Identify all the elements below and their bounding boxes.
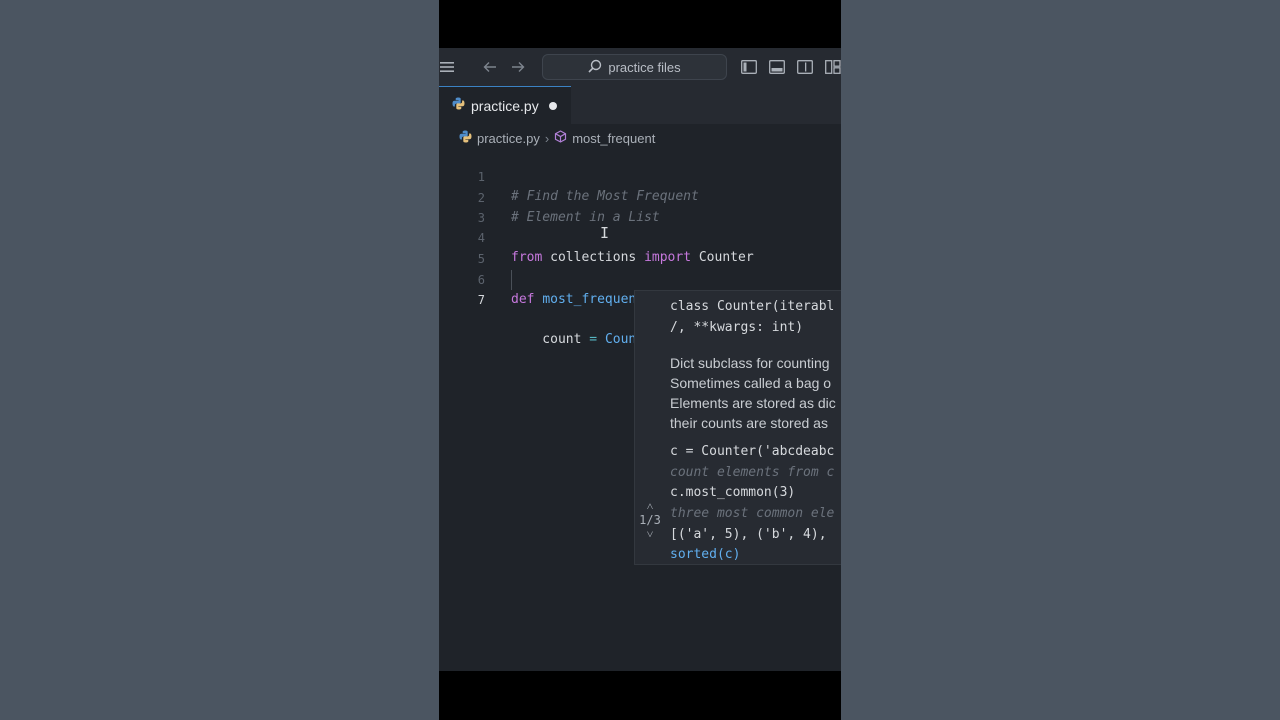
tab-label: practice.py bbox=[471, 97, 539, 114]
code-editor[interactable]: practice.py › most_frequent 1 # Find the… bbox=[439, 124, 841, 671]
example-line: three most common ele bbox=[670, 506, 835, 521]
example-line: count elements from c bbox=[670, 465, 835, 480]
breadcrumb-symbol[interactable]: most_frequent bbox=[572, 131, 655, 146]
doc-line: their counts are stored as bbox=[670, 415, 828, 431]
breadcrumb-file[interactable]: practice.py bbox=[477, 131, 540, 146]
doc-line: Sometimes called a bag o bbox=[670, 375, 832, 391]
indent-guide bbox=[511, 270, 512, 290]
doc-line: Elements are stored as dic bbox=[670, 395, 836, 411]
unsaved-dot-icon[interactable] bbox=[549, 102, 557, 110]
line-number: 7 bbox=[477, 293, 485, 307]
search-icon bbox=[588, 59, 602, 76]
customize-layout-icon[interactable] bbox=[825, 58, 841, 76]
signature-help-popup[interactable]: class Counter(iterabl /, **kwargs: int) … bbox=[634, 290, 841, 565]
example-line: c = Counter('abcdeabc bbox=[670, 444, 835, 459]
code-line[interactable]: 6 def most_frequent(lst): bbox=[439, 250, 841, 307]
editor-tab-bar: practice.py bbox=[439, 86, 841, 124]
toggle-secondary-sidebar-icon[interactable] bbox=[796, 58, 814, 76]
example-line: sorted(c) bbox=[670, 547, 741, 562]
back-arrow-icon[interactable] bbox=[481, 58, 499, 76]
code-line[interactable]: 1 # Find the Most Frequent bbox=[439, 147, 841, 204]
example-line: c.most_common(3) bbox=[670, 485, 796, 500]
search-label: practice files bbox=[608, 59, 681, 75]
toggle-panel-icon[interactable] bbox=[768, 58, 786, 76]
code-line[interactable]: 3 bbox=[439, 188, 841, 225]
signature-line: /, **kwargs: int) bbox=[670, 320, 804, 335]
chevron-right-icon: › bbox=[544, 130, 550, 146]
command-center-search[interactable]: practice files bbox=[542, 54, 727, 80]
forward-arrow-icon[interactable] bbox=[509, 58, 527, 76]
chevron-up-icon[interactable]: ˄ bbox=[637, 499, 663, 513]
chevron-down-icon[interactable]: ˅ bbox=[637, 527, 663, 541]
function-symbol-icon bbox=[554, 130, 567, 146]
code-line[interactable]: 5 bbox=[439, 229, 841, 266]
menu-icon[interactable] bbox=[439, 58, 455, 76]
code-line[interactable]: 2 # Element in a List bbox=[439, 168, 841, 225]
code-line[interactable]: 4 from collections import Counter bbox=[439, 208, 841, 265]
phone-frame: practice files practice.py practice.py ›… bbox=[439, 0, 841, 720]
overload-navigator: ˄ 1/3 ˅ bbox=[637, 499, 663, 541]
bottom-letterbox bbox=[439, 671, 841, 720]
tab-practice-py[interactable]: practice.py bbox=[439, 86, 571, 124]
python-file-icon bbox=[452, 97, 465, 115]
code-line-active[interactable]: 7 count = Counter() bbox=[439, 270, 841, 348]
title-bar: practice files bbox=[439, 48, 841, 86]
doc-line: Dict subclass for counting bbox=[670, 355, 830, 371]
signature-line: class Counter(iterabl bbox=[670, 299, 835, 314]
example-line: [('a', 5), ('b', 4), bbox=[670, 527, 827, 542]
breadcrumb: practice.py › most_frequent bbox=[459, 128, 655, 148]
overload-count: 1/3 bbox=[639, 513, 661, 527]
toggle-primary-sidebar-icon[interactable] bbox=[740, 58, 758, 76]
text-cursor-icon: I bbox=[600, 224, 610, 242]
python-file-icon bbox=[459, 130, 472, 146]
